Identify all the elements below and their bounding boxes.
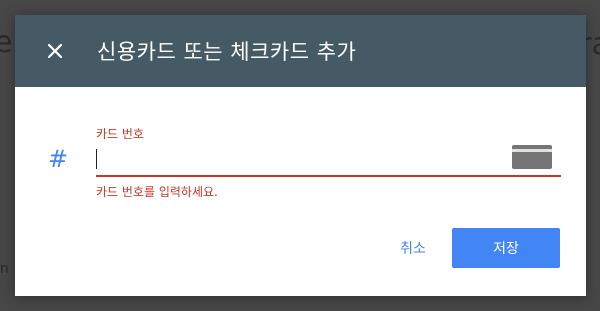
close-icon — [47, 43, 63, 59]
card-number-field: 카드 번호 카드 번호를 입력하세요. — [96, 125, 561, 200]
background-text-fragment: e — [0, 25, 13, 60]
dialog-title: 신용카드 또는 체크카드 추가 — [97, 40, 357, 64]
hash-icon: # — [48, 145, 69, 173]
save-button[interactable]: 저장 — [452, 228, 560, 268]
background-text-fragment: in — [0, 261, 9, 277]
add-card-dialog: 신용카드 또는 체크카드 추가 # 카드 번호 카드 번호를 입력하세요. 취소… — [15, 15, 586, 296]
close-button[interactable] — [43, 39, 67, 63]
card-number-input-wrap[interactable] — [96, 141, 561, 177]
card-number-label: 카드 번호 — [96, 127, 144, 141]
card-number-input[interactable] — [96, 147, 496, 169]
dialog-header: 신용카드 또는 체크카드 추가 — [15, 15, 586, 87]
cancel-button[interactable]: 취소 — [387, 228, 439, 268]
credit-card-icon — [512, 145, 552, 169]
text-caret — [96, 149, 97, 169]
card-number-error: 카드 번호를 입력하세요. — [96, 185, 218, 199]
